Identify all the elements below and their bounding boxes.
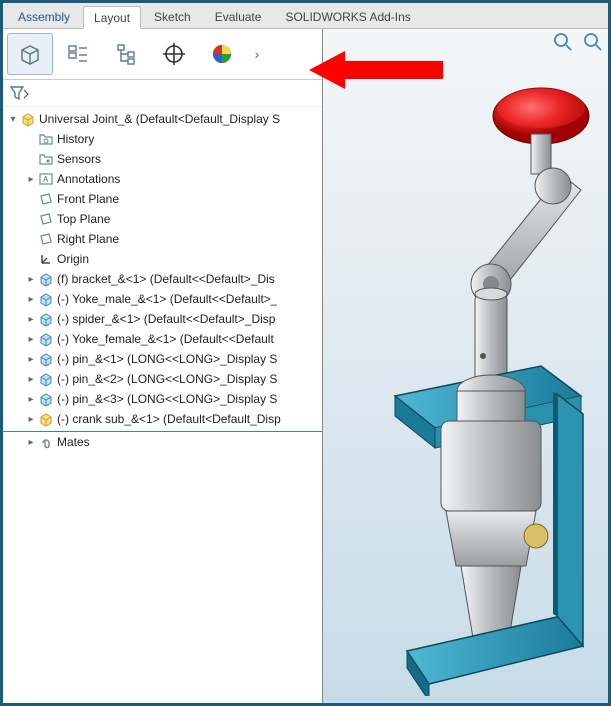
origin-axis-icon (37, 251, 55, 267)
graphics-viewport[interactable] (323, 29, 608, 703)
expand-icon[interactable]: ▸ (25, 174, 37, 185)
model-3d-render (323, 49, 608, 703)
feature-tree: ▾ Universal Joint_& (Default<Default_Dis… (3, 107, 322, 703)
tab-layout[interactable]: Layout (83, 6, 141, 29)
collapse-icon[interactable]: ▾ (7, 114, 19, 125)
tree-hierarchy-icon (113, 41, 139, 67)
folder-history-icon (37, 131, 55, 147)
universal-joint-model-icon (331, 56, 601, 696)
panel-overflow-button[interactable]: › (247, 46, 267, 62)
expand-icon[interactable]: ▸ (25, 414, 37, 425)
node-label: Universal Joint_& (Default<Default_Displ… (37, 112, 280, 126)
node-label: (-) pin_&<2> (LONG<<LONG>_Display S (55, 372, 277, 386)
expand-icon[interactable]: ▸ (25, 274, 37, 285)
top-plane-node[interactable]: Top Plane (3, 209, 322, 229)
expand-icon[interactable]: ▸ (25, 314, 37, 325)
component-node[interactable]: ▸ (-) pin_&<2> (LONG<<LONG>_Display S (3, 369, 322, 389)
assembly-root-node[interactable]: ▾ Universal Joint_& (Default<Default_Dis… (3, 109, 322, 129)
funnel-filter-icon[interactable] (9, 84, 31, 102)
node-label: Right Plane (55, 232, 119, 246)
expand-icon[interactable]: ▸ (25, 294, 37, 305)
annotations-node[interactable]: ▸ A Annotations (3, 169, 322, 189)
plane-icon (37, 231, 55, 247)
mates-paperclip-icon (37, 434, 55, 450)
filter-row (3, 80, 322, 107)
component-node[interactable]: ▸ (-) Yoke_male_&<1> (Default<<Default>_ (3, 289, 322, 309)
mates-node[interactable]: ▸ Mates (3, 432, 322, 452)
feature-manager-tab[interactable] (7, 33, 53, 75)
expand-icon[interactable]: ▸ (25, 394, 37, 405)
tab-addins[interactable]: SOLIDWORKS Add-Ins (274, 5, 421, 28)
component-node[interactable]: ▸ (f) bracket_&<1> (Default<<Default>_Di… (3, 269, 322, 289)
node-label: Top Plane (55, 212, 110, 226)
tab-assembly[interactable]: Assembly (7, 5, 81, 28)
expand-icon[interactable]: ▸ (25, 437, 37, 448)
part-icon (37, 351, 55, 367)
component-node[interactable]: ▸ (-) pin_&<1> (LONG<<LONG>_Display S (3, 349, 322, 369)
assembly-icon (19, 111, 37, 127)
plane-icon (37, 211, 55, 227)
node-label: (-) spider_&<1> (Default<<Default>_Disp (55, 312, 275, 326)
front-plane-node[interactable]: Front Plane (3, 189, 322, 209)
display-manager-tab[interactable] (199, 33, 245, 75)
feature-manager-panel: › ▾ Universal Joint_& (Default<Default_D… (3, 29, 323, 703)
node-label: (-) crank sub_&<1> (Default<Default_Disp (55, 412, 281, 426)
node-label: Annotations (55, 172, 120, 186)
component-node[interactable]: ▸ (-) spider_&<1> (Default<<Default>_Dis… (3, 309, 322, 329)
crosshair-target-icon (161, 41, 187, 67)
subassembly-icon (37, 411, 55, 427)
list-boxes-icon (65, 41, 91, 67)
node-label: Origin (55, 252, 89, 266)
configuration-manager-tab[interactable] (103, 33, 149, 75)
part-icon (37, 371, 55, 387)
node-label: Front Plane (55, 192, 119, 206)
right-plane-node[interactable]: Right Plane (3, 229, 322, 249)
node-label: (-) Yoke_female_&<1> (Default<<Default (55, 332, 274, 346)
expand-icon[interactable]: ▸ (25, 334, 37, 345)
annotations-icon: A (37, 171, 55, 187)
expand-icon[interactable]: ▸ (25, 374, 37, 385)
part-icon (37, 271, 55, 287)
part-icon (37, 331, 55, 347)
color-ball-icon (209, 41, 235, 67)
plane-icon (37, 191, 55, 207)
origin-node[interactable]: Origin (3, 249, 322, 269)
part-icon (37, 391, 55, 407)
tab-sketch[interactable]: Sketch (143, 5, 202, 28)
component-node[interactable]: ▸ (-) Yoke_female_&<1> (Default<<Default (3, 329, 322, 349)
cube-wireframe-icon (17, 41, 43, 67)
command-manager-tabs: Assembly Layout Sketch Evaluate SOLIDWOR… (3, 3, 608, 29)
component-node[interactable]: ▸ (-) crank sub_&<1> (Default<Default_Di… (3, 409, 322, 429)
node-label: Sensors (55, 152, 101, 166)
node-label: History (55, 132, 94, 146)
tab-evaluate[interactable]: Evaluate (204, 5, 273, 28)
node-label: (-) Yoke_male_&<1> (Default<<Default>_ (55, 292, 277, 306)
node-label: (-) pin_&<1> (LONG<<LONG>_Display S (55, 352, 277, 366)
node-label: (-) pin_&<3> (LONG<<LONG>_Display S (55, 392, 277, 406)
panel-tab-row: › (3, 29, 322, 80)
part-icon (37, 311, 55, 327)
part-icon (37, 291, 55, 307)
sensors-node[interactable]: Sensors (3, 149, 322, 169)
history-node[interactable]: History (3, 129, 322, 149)
folder-sensors-icon (37, 151, 55, 167)
property-manager-tab[interactable] (55, 33, 101, 75)
component-node[interactable]: ▸ (-) pin_&<3> (LONG<<LONG>_Display S (3, 389, 322, 409)
node-label: (f) bracket_&<1> (Default<<Default>_Dis (55, 272, 275, 286)
expand-icon[interactable]: ▸ (25, 354, 37, 365)
dimxpert-manager-tab[interactable] (151, 33, 197, 75)
node-label: Mates (55, 435, 90, 449)
svg-text:A: A (43, 175, 49, 184)
